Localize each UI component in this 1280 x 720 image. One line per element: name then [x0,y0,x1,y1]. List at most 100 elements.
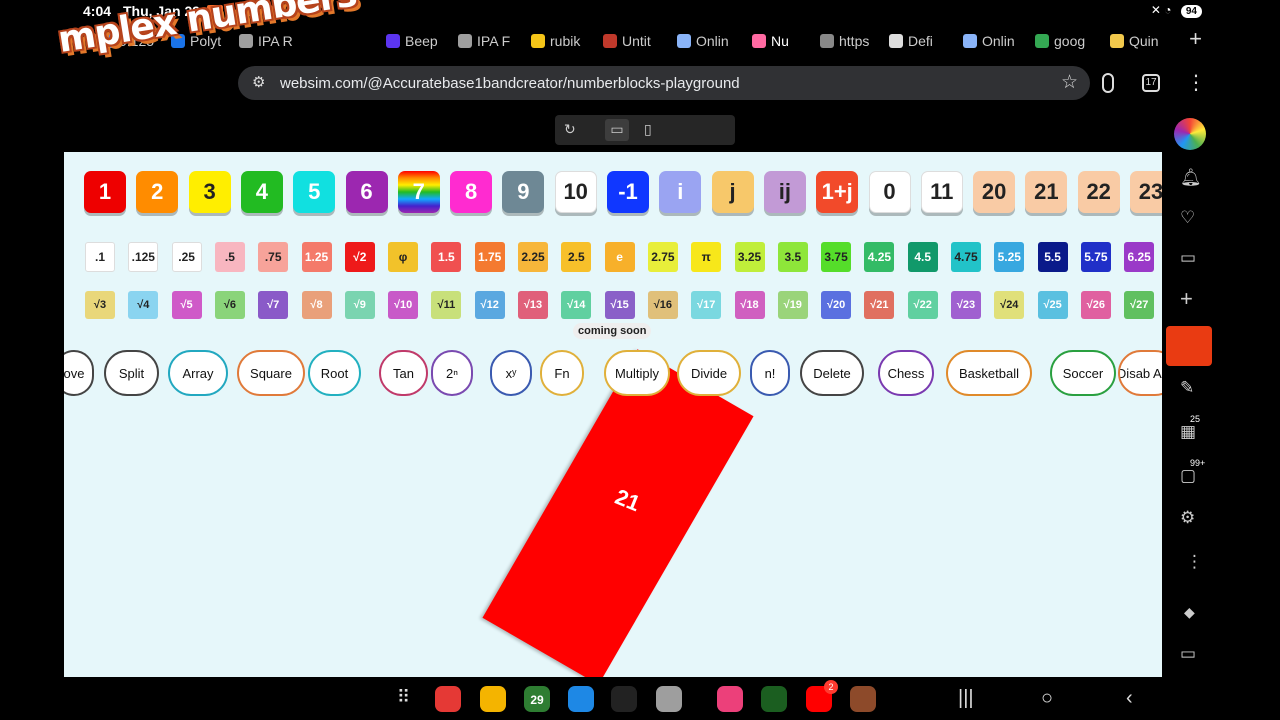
numberblock-button-1-75[interactable]: 1.75 [474,242,505,272]
browser-tab[interactable]: Untit [603,31,665,51]
numberblock-button-9[interactable]: √9 [344,291,375,319]
app-red-icon[interactable] [435,686,461,712]
numberblock-button-9[interactable]: 9 [502,171,545,213]
numberblock-button-22[interactable]: √22 [907,291,938,319]
numberblock-button-2-25[interactable]: 2.25 [518,242,548,272]
numberblock-button-e[interactable]: e [604,242,635,272]
action-button-soccer[interactable]: Soccer [1050,350,1116,396]
numberblock-button-21[interactable]: 21 [1025,171,1068,213]
desktop-view-icon[interactable]: ▭ [605,119,629,141]
numberblock-button-6[interactable]: 6 [345,171,388,213]
numberblock-button-7[interactable]: 7 [397,171,440,213]
app-camera-icon[interactable] [656,686,682,712]
assistant-icon[interactable] [1174,118,1206,150]
action-button-split[interactable]: Split [104,350,159,396]
numberblock-button-1[interactable]: 1 [84,171,126,213]
numberblock-button-1-5[interactable]: 1.5 [431,242,462,272]
numberblock-button-25[interactable]: √25 [1037,291,1068,319]
numberblock-button-14[interactable]: √14 [561,291,592,319]
numberblock-button-16[interactable]: √16 [647,291,678,319]
numberblock-button-j[interactable]: j [711,171,754,213]
browser-tab[interactable]: goog [1035,31,1097,51]
gear-icon[interactable]: ⚙ [1180,508,1195,528]
numberblock-button-2-5[interactable]: 2.5 [561,242,592,272]
app-green-icon[interactable] [761,686,787,712]
action-button-chess[interactable]: Chess [878,350,934,396]
app-dots-icon[interactable] [611,686,637,712]
action-button-fn[interactable]: Fn [540,350,584,396]
numberblock-21[interactable]: 21 [482,349,754,677]
numberblock-button-20[interactable]: √20 [821,291,852,319]
action-button-disab-addi[interactable]: Disab Addi [1118,350,1162,396]
numberblock-button-7[interactable]: √7 [258,291,289,319]
app-avatar-icon[interactable] [850,686,876,712]
numberblock-button-5-5[interactable]: 5.5 [1037,242,1068,272]
numberblock-button-1-j[interactable]: 1+j [816,171,859,213]
numberblock-button-5[interactable]: .5 [214,242,245,272]
action-button-ove[interactable]: ove [64,350,94,396]
browser-tab[interactable]: Quin [1110,31,1172,51]
numberblock-button-3-25[interactable]: 3.25 [734,242,765,272]
numberblock-button-15[interactable]: √15 [604,291,635,319]
numberblock-button-5-25[interactable]: 5.25 [994,242,1025,272]
overflow-menu-icon[interactable]: ⋮ [1186,70,1206,95]
numberblock-button-2-75[interactable]: 2.75 [647,242,678,272]
back-icon[interactable]: ‹ [1126,687,1133,710]
numberblock-button-10[interactable]: √10 [388,291,419,319]
app-youtube-icon[interactable]: 2 [806,680,838,712]
action-button-divide[interactable]: Divide [677,350,741,396]
tab-switcher-button[interactable]: 17 [1142,74,1160,92]
active-extension-icon[interactable] [1166,326,1212,366]
browser-tab[interactable]: IPA F [458,31,520,51]
browser-tab[interactable]: Defi [889,31,951,51]
browser-tab[interactable]: rubik [531,31,593,51]
action-button-array[interactable]: Array [168,350,228,396]
app-files-icon[interactable] [480,686,506,712]
numberblock-button-6[interactable]: √6 [214,291,245,319]
app-calendar-icon[interactable]: 29 [524,686,550,712]
numberblock-button-3[interactable]: √3 [85,291,115,319]
recents-icon[interactable]: ||| [958,687,974,710]
plus-icon[interactable]: + [1180,286,1193,312]
action-button-multiply[interactable]: Multiply [604,350,670,396]
numberblock-button-13[interactable]: √13 [518,291,548,319]
chat-icon[interactable]: ▢ [1180,466,1196,486]
numberblock-button-23[interactable]: √23 [951,291,981,319]
numberblock-button-11[interactable]: 11 [920,171,963,213]
numberblock-button-5-75[interactable]: 5.75 [1080,242,1111,272]
numberblock-button-0[interactable]: 0 [868,171,911,213]
browser-tab[interactable]: https [820,31,882,51]
numberblock-button-75[interactable]: .75 [258,242,289,272]
more-icon[interactable]: ⋮ [1186,552,1203,572]
playground-viewport[interactable]: 1 2 3 4 5 6 7 8 9 10 -1 i j ij 1+j 0 11 20 21 22 23 .1.125.2… [64,152,1162,677]
numberblock-button-ij[interactable]: ij [763,171,806,213]
numberblock-button-3-5[interactable]: 3.5 [777,242,808,272]
heart-icon[interactable]: ♡ [1180,208,1195,228]
numberblock-button-26[interactable]: √26 [1080,291,1111,319]
action-button-x[interactable]: xʸ [490,350,532,396]
address-bar[interactable]: ⚙ websim.com/@Accuratebase1bandcreator/n… [238,66,1090,100]
new-tab-button[interactable]: + [1189,26,1202,52]
browser-tab[interactable]: Nu [752,31,814,51]
action-button-delete[interactable]: Delete [800,350,864,396]
comment-icon[interactable]: ▭ [1180,644,1196,664]
numberblock-button-3[interactable]: 3 [188,171,231,213]
numberblock-button-24[interactable]: √24 [994,291,1025,319]
numberblock-button-5[interactable]: 5 [293,171,336,213]
mobile-view-icon[interactable]: ▯ [644,121,652,138]
numberblock-button-5[interactable]: √5 [171,291,202,319]
numberblock-button-2[interactable]: 2 [136,171,179,213]
browser-tab[interactable]: Onlin [963,31,1025,51]
numberblock-button-19[interactable]: √19 [777,291,808,319]
numberblock-button-6-25[interactable]: 6.25 [1124,242,1155,272]
numberblock-button-8[interactable]: √8 [301,291,332,319]
numberblock-button-18[interactable]: √18 [734,291,765,319]
numberblock-button-21[interactable]: √21 [864,291,895,319]
numberblock-button-8[interactable]: 8 [450,171,493,213]
home-icon[interactable]: ○ [1041,687,1053,710]
diamond-icon[interactable]: ◆ [1184,604,1195,621]
action-button-2[interactable]: 2ⁿ [431,350,473,396]
numberblock-button-x[interactable]: φ [388,242,419,272]
numberblock-button-27[interactable]: √27 [1124,291,1155,319]
numberblock-button-25[interactable]: .25 [171,242,202,272]
